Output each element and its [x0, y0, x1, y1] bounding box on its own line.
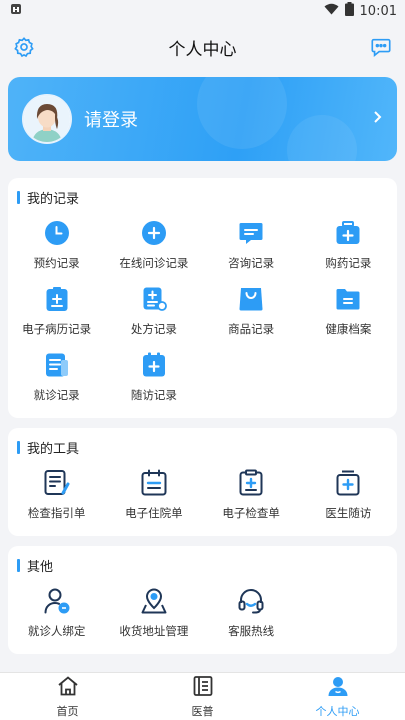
visit-record-icon	[43, 351, 71, 379]
tools-title: 我的工具	[8, 438, 397, 457]
hospital-calendar-icon	[140, 469, 168, 497]
status-time: 10:01	[359, 3, 397, 19]
tool-doctor-follow-up[interactable]: 医生随访	[300, 462, 397, 528]
folder-icon	[334, 285, 362, 313]
others-card: 其他 就诊人绑定 收货地址管理 客服热线	[8, 546, 397, 654]
other-hotline[interactable]: 客服热线	[203, 580, 300, 646]
record-online-consult[interactable]: 在线问诊记录	[105, 212, 202, 278]
top-bar: 个人中心	[0, 22, 405, 72]
record-emr[interactable]: 电子病历记录	[8, 278, 105, 344]
record-goods[interactable]: 商品记录	[203, 278, 300, 344]
others-title: 其他	[8, 556, 397, 575]
record-health-file[interactable]: 健康档案	[300, 278, 397, 344]
other-patient-bind[interactable]: 就诊人绑定	[8, 580, 105, 646]
other-address-manage[interactable]: 收货地址管理	[105, 580, 202, 646]
login-text[interactable]: 请登录	[84, 106, 138, 132]
notification-icon	[10, 3, 22, 19]
tool-exam-sheet[interactable]: 电子检查单	[203, 462, 300, 528]
user-icon	[327, 675, 349, 701]
tool-exam-guide[interactable]: 检查指引单	[8, 462, 105, 528]
tab-home[interactable]: 首页	[0, 673, 135, 720]
record-prescription[interactable]: 处方记录	[105, 278, 202, 344]
status-bar: 10:01	[0, 0, 405, 22]
tool-hospitalization[interactable]: 电子住院单	[105, 462, 202, 528]
chat-icon	[237, 219, 265, 247]
message-icon[interactable]	[369, 35, 393, 59]
location-icon	[140, 587, 168, 615]
doctor-follow-icon	[334, 469, 362, 497]
record-consultation[interactable]: 咨询记录	[203, 212, 300, 278]
record-medicine-purchase[interactable]: 购药记录	[300, 212, 397, 278]
wifi-icon	[324, 3, 339, 19]
medicine-box-icon	[334, 219, 362, 247]
tools-card: 我的工具 检查指引单 电子住院单 电子检查单 医生随访	[8, 428, 397, 536]
record-follow-up[interactable]: 随访记录	[105, 344, 202, 410]
follow-up-icon	[140, 351, 168, 379]
others-grid: 就诊人绑定 收货地址管理 客服热线	[8, 580, 397, 646]
record-appointment[interactable]: 预约记录	[8, 212, 105, 278]
prescription-icon	[140, 285, 168, 313]
medical-record-icon	[43, 285, 71, 313]
login-card[interactable]: 请登录	[8, 77, 397, 161]
record-visit[interactable]: 就诊记录	[8, 344, 105, 410]
plus-circle-icon	[140, 219, 168, 247]
guide-sheet-icon	[43, 469, 71, 497]
shopping-bag-icon	[237, 285, 265, 313]
tab-profile[interactable]: 个人中心	[270, 673, 405, 720]
tools-grid: 检查指引单 电子住院单 电子检查单 医生随访	[8, 462, 397, 528]
records-card: 我的记录 预约记录 在线问诊记录 咨询记录 购药记录 电子病历记录 处方记录 商…	[8, 178, 397, 418]
page-title: 个人中心	[168, 39, 237, 60]
patient-bind-icon	[43, 587, 71, 615]
news-icon	[192, 675, 214, 701]
headset-icon	[237, 587, 265, 615]
avatar	[22, 94, 72, 144]
records-title: 我的记录	[8, 188, 397, 207]
home-icon	[57, 675, 79, 701]
tab-bar: 首页 医普 个人中心	[0, 672, 405, 720]
records-grid: 预约记录 在线问诊记录 咨询记录 购药记录 电子病历记录 处方记录 商品记录 健…	[8, 212, 397, 410]
clipboard-icon	[237, 469, 265, 497]
battery-icon	[344, 2, 354, 20]
clock-icon	[43, 219, 71, 247]
tab-news[interactable]: 医普	[135, 673, 270, 720]
chevron-right-icon	[373, 109, 383, 128]
settings-icon[interactable]	[12, 35, 36, 59]
